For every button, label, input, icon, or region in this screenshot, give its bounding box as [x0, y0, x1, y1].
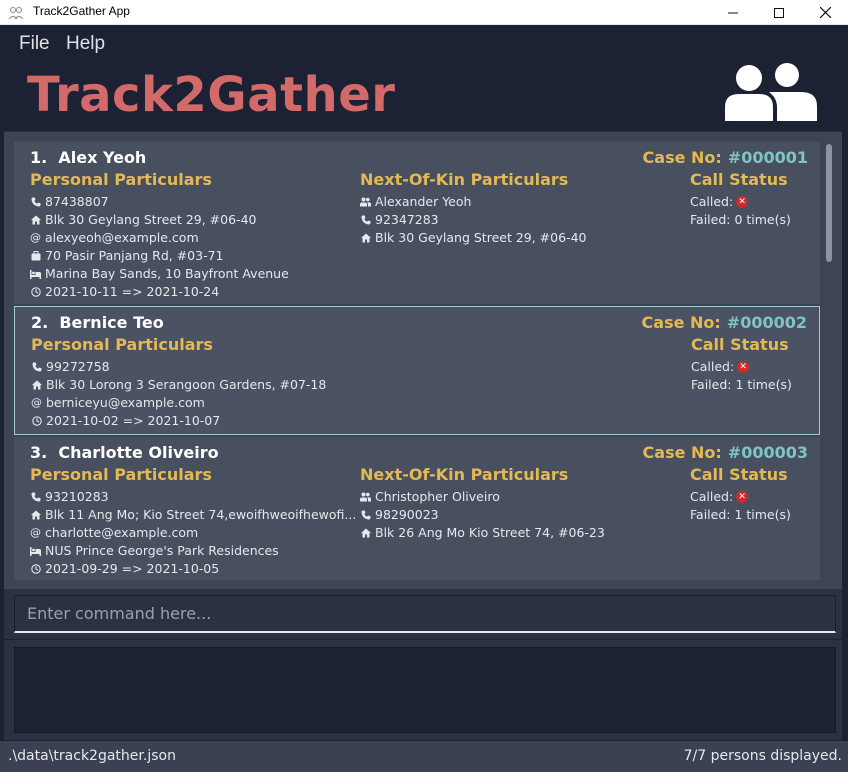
home-icon	[30, 509, 41, 520]
at-icon: @	[30, 526, 41, 539]
clock-icon	[30, 563, 41, 574]
not-called-icon: ✕	[737, 360, 750, 373]
nok-name-row: Alexander Yeoh	[360, 194, 471, 209]
people-icon	[360, 491, 371, 502]
failed-row: Failed: 0 time(s)	[690, 212, 791, 227]
close-button[interactable]	[802, 0, 848, 25]
shn-row: Marina Bay Sands, 10 Bayfront Avenue	[30, 266, 289, 281]
home-icon	[30, 214, 41, 225]
app-window: File Help Track2Gather 1. Alex Yeoh Case…	[0, 25, 848, 772]
menu-bar: File Help	[0, 25, 848, 61]
persons-count: 7/7 persons displayed.	[683, 748, 842, 764]
email-row: @ alexyeoh@example.com	[30, 230, 199, 245]
menu-help[interactable]: Help	[66, 33, 105, 55]
at-icon: @	[30, 231, 41, 244]
people-icon	[360, 196, 371, 207]
app-icon	[8, 5, 24, 21]
personal-particulars-title: Personal Particulars	[30, 465, 212, 484]
email-row: @ berniceyu@example.com	[31, 395, 205, 410]
failed-row: Failed: 1 time(s)	[690, 507, 791, 522]
nok-particulars-title: Next-Of-Kin Particulars	[360, 465, 569, 484]
phone-row: 93210283	[30, 489, 109, 504]
case-number: Case No: #000002	[641, 313, 807, 332]
person-name: 3. Charlotte Oliveiro	[30, 443, 219, 462]
person-card[interactable]: 3. Charlotte Oliveiro Case No: #000003 Pe…	[14, 437, 820, 580]
phone-icon	[31, 361, 42, 372]
menu-file[interactable]: File	[19, 33, 50, 55]
nok-address-row: Blk 30 Geylang Street 29, #06-40	[360, 230, 586, 245]
person-card[interactable]: 1. Alex Yeoh Case No: #000001 Personal Pa…	[14, 142, 820, 304]
called-row: Called: ✕	[690, 489, 749, 504]
not-called-icon: ✕	[736, 490, 749, 503]
maximize-button[interactable]	[756, 0, 802, 25]
email-row: @ charlotte@example.com	[30, 525, 199, 540]
phone-row: 87438807	[30, 194, 109, 209]
save-location: .\data\track2gather.json	[8, 748, 176, 764]
period-row: 2021-10-02 => 2021-10-07	[31, 413, 220, 428]
bed-icon	[30, 545, 41, 556]
personal-particulars-title: Personal Particulars	[30, 170, 212, 189]
app-brand-title: Track2Gather	[27, 67, 396, 123]
at-icon: @	[31, 396, 42, 409]
nok-phone-row: 92347283	[360, 212, 439, 227]
briefcase-icon	[30, 250, 41, 261]
home-icon	[360, 527, 371, 538]
scrollbar-thumb[interactable]	[826, 144, 832, 262]
minimize-button[interactable]	[710, 0, 756, 25]
phone-icon	[360, 509, 371, 520]
clock-icon	[30, 286, 41, 297]
home-row: Blk 30 Lorong 3 Serangoon Gardens, #07-1…	[31, 377, 326, 392]
person-list-panel: 1. Alex Yeoh Case No: #000001 Personal Pa…	[4, 131, 842, 589]
window-title: Track2Gather App	[33, 4, 130, 18]
home-row: Blk 11 Ang Mo; Kio Street 74,ewoifhweoif…	[30, 507, 356, 522]
not-called-icon: ✕	[736, 195, 749, 208]
call-status-title: Call Status	[690, 170, 788, 189]
person-name: 2. Bernice Teo	[31, 313, 164, 332]
home-icon	[360, 232, 371, 243]
nok-address-row: Blk 26 Ang Mo Kio Street 74, #06-23	[360, 525, 605, 540]
result-display[interactable]	[14, 647, 836, 733]
home-row: Blk 30 Geylang Street 29, #06-40	[30, 212, 256, 227]
people-logo-icon	[725, 63, 817, 121]
period-row: 2021-10-11 => 2021-10-24	[30, 284, 219, 299]
call-status-title: Call Status	[691, 335, 789, 354]
work-row: 70 Pasir Panjang Rd, #03-71	[30, 248, 224, 263]
phone-icon	[30, 196, 41, 207]
result-panel	[4, 640, 842, 740]
shn-row: NUS Prince George's Park Residences	[30, 543, 279, 558]
person-name: 1. Alex Yeoh	[30, 148, 147, 167]
list-scrollbar[interactable]	[824, 140, 834, 584]
nok-particulars-title: Next-Of-Kin Particulars	[360, 170, 569, 189]
status-bar: .\data\track2gather.json 7/7 persons dis…	[0, 741, 848, 772]
bed-icon	[30, 268, 41, 279]
phone-row: 99272758	[31, 359, 110, 374]
phone-icon	[30, 491, 41, 502]
personal-particulars-title: Personal Particulars	[31, 335, 213, 354]
period-row: 2021-09-29 => 2021-10-05	[30, 561, 219, 576]
home-icon	[31, 379, 42, 390]
nok-name-row: Christopher Oliveiro	[360, 489, 500, 504]
nok-phone-row: 98290023	[360, 507, 439, 522]
case-number: Case No: #000003	[642, 443, 808, 462]
command-input[interactable]	[14, 595, 836, 633]
window-titlebar: Track2Gather App	[0, 0, 848, 25]
clock-icon	[31, 415, 42, 426]
person-card[interactable]: 2. Bernice Teo Case No: #000002 Personal …	[14, 306, 820, 435]
case-number: Case No: #000001	[642, 148, 808, 167]
phone-icon	[360, 214, 371, 225]
call-status-title: Call Status	[690, 465, 788, 484]
failed-row: Failed: 1 time(s)	[691, 377, 792, 392]
command-box	[4, 589, 842, 639]
called-row: Called: ✕	[690, 194, 749, 209]
called-row: Called: ✕	[691, 359, 750, 374]
